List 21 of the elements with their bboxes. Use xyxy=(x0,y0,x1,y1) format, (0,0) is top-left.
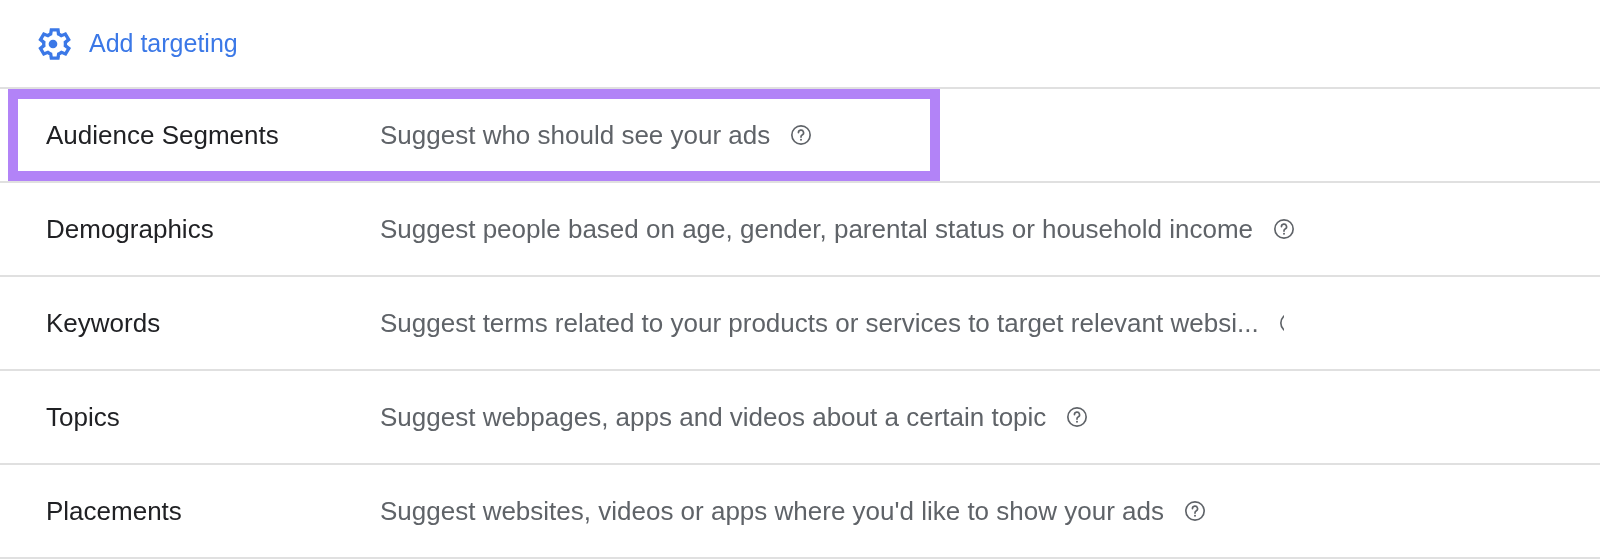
row-description: Suggest websites, videos or apps where you'd like to show your ads xyxy=(380,494,1164,528)
row-description: Suggest webpages, apps and videos about a certain topic xyxy=(380,400,1047,434)
help-icon[interactable] xyxy=(1273,218,1296,240)
row-description: Suggest terms related to your products or services to target relevant websi... xyxy=(380,306,1259,340)
help-icon[interactable] xyxy=(790,124,813,146)
row-label: Audience Segments xyxy=(46,118,280,152)
row-label: Topics xyxy=(46,400,121,434)
row-description: Suggest who should see your ads xyxy=(380,118,771,152)
targeting-row[interactable]: Topics Suggest webpages, apps and videos about a certain topic xyxy=(8,371,1600,463)
row-label: Demographics xyxy=(46,212,215,246)
row-description: Suggest people based on age, gender, parental status or household income xyxy=(380,212,1254,246)
targeting-row[interactable]: Placements Suggest websites, videos or apps where you'd like to show your ads xyxy=(8,465,1600,557)
row-label: Placements xyxy=(46,494,183,528)
targeting-row[interactable]: Demographics Suggest people based on age, gender, parental status or household income xyxy=(8,183,1600,275)
add-targeting-link[interactable]: Add targeting xyxy=(89,24,238,63)
targeting-row[interactable]: Keywords Suggest terms related to your products or services to target relevant websi... xyxy=(8,277,1600,369)
row-label: Keywords xyxy=(46,306,162,340)
help-icon[interactable] xyxy=(1278,312,1284,334)
help-icon[interactable] xyxy=(1066,406,1089,428)
targeting-row[interactable]: Audience Segments Suggest who should see your ads xyxy=(8,89,940,181)
help-icon[interactable] xyxy=(1183,500,1206,522)
